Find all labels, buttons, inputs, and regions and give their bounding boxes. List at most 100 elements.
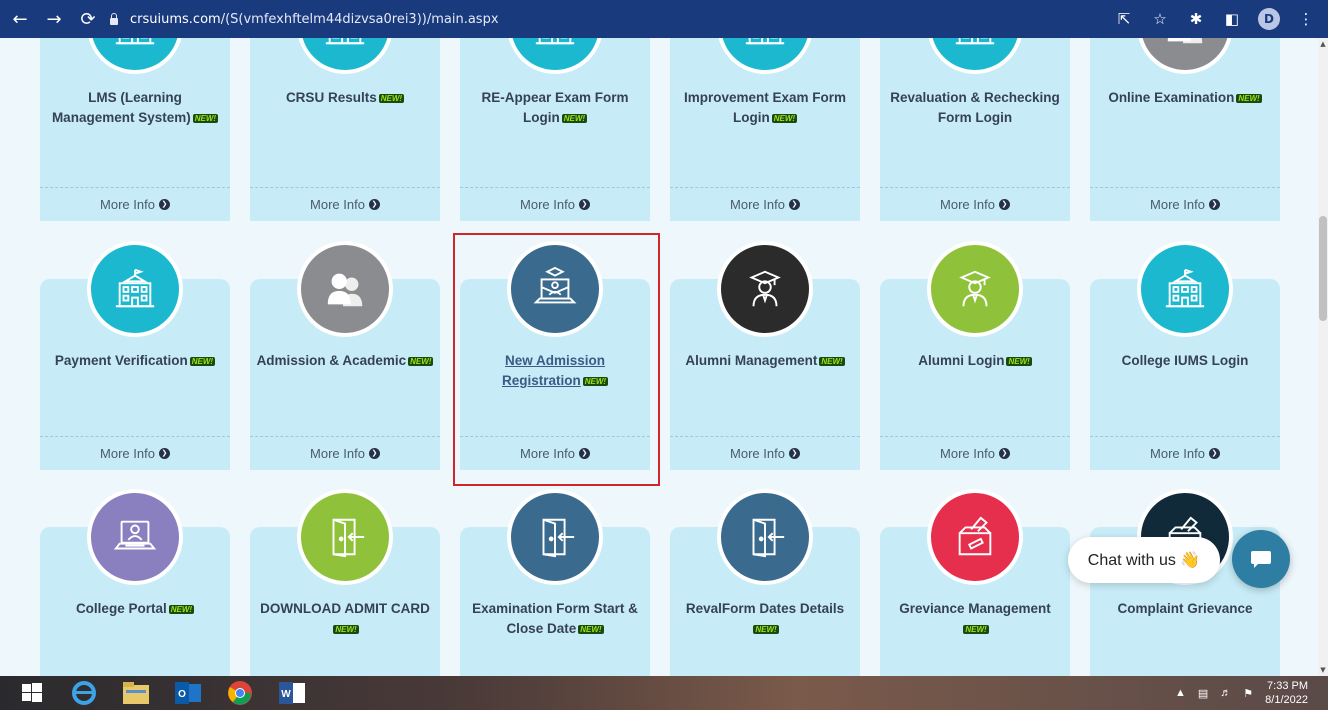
more-info-label: More Info bbox=[940, 446, 995, 461]
menu-card-title[interactable]: College IUMS Login bbox=[1096, 351, 1274, 371]
building-icon[interactable] bbox=[1137, 241, 1233, 337]
chat-with-us-bubble[interactable]: Chat with us 👋 bbox=[1068, 537, 1220, 583]
menu-card[interactable]: Examination Form Start & Close Date NEW! bbox=[460, 489, 650, 676]
more-info-link[interactable]: More Info ❯ bbox=[460, 187, 650, 221]
more-info-link[interactable]: More Info ❯ bbox=[40, 436, 230, 470]
forward-arrow-icon[interactable]: → bbox=[40, 5, 68, 33]
more-info-link[interactable]: More Info ❯ bbox=[670, 436, 860, 470]
door-enter-icon[interactable] bbox=[507, 489, 603, 585]
building-icon[interactable] bbox=[927, 38, 1023, 74]
chat-button[interactable] bbox=[1232, 530, 1290, 588]
door-enter-icon[interactable] bbox=[297, 489, 393, 585]
menu-card[interactable]: Payment Verification NEW! More Info ❯ bbox=[40, 241, 230, 470]
menu-card-title[interactable]: Online Examination NEW! bbox=[1096, 88, 1274, 108]
scrollbar-thumb[interactable] bbox=[1319, 216, 1327, 321]
menu-card-title-text: RE-Appear Exam Form Login bbox=[481, 90, 629, 125]
volume-icon[interactable]: ♬ bbox=[1220, 687, 1231, 699]
ballot-box-icon[interactable] bbox=[927, 489, 1023, 585]
action-center-flag-icon[interactable]: ⚑ bbox=[1243, 687, 1253, 700]
reload-icon[interactable]: ⟳ bbox=[74, 5, 102, 33]
menu-kebab-icon[interactable]: ⋮ bbox=[1296, 9, 1316, 29]
internet-explorer-icon[interactable] bbox=[64, 676, 104, 710]
more-info-link[interactable]: More Info ❯ bbox=[250, 187, 440, 221]
word-icon[interactable]: W bbox=[272, 676, 312, 710]
menu-card-title[interactable]: College Portal NEW! bbox=[46, 599, 224, 619]
menu-card[interactable]: Admission & Academic NEW! More Info ❯ bbox=[250, 241, 440, 470]
clock[interactable]: 7:33 PM 8/1/2022 bbox=[1265, 679, 1308, 707]
menu-card-title[interactable]: Greviance Management NEW! bbox=[886, 599, 1064, 639]
more-info-label: More Info bbox=[1150, 446, 1205, 461]
menu-card[interactable]: Online Examination NEW! More Info ❯ bbox=[1090, 38, 1280, 221]
building-icon[interactable] bbox=[717, 38, 813, 74]
windows-start-icon[interactable] bbox=[12, 676, 52, 710]
more-info-link[interactable]: More Info ❯ bbox=[40, 187, 230, 221]
menu-card[interactable]: Alumni Login NEW! More Info ❯ bbox=[880, 241, 1070, 470]
chevron-right-circle-icon: ❯ bbox=[788, 448, 800, 459]
menu-card[interactable]: Greviance Management NEW! bbox=[880, 489, 1070, 676]
extensions-icon[interactable]: ✱ bbox=[1186, 9, 1206, 29]
share-icon[interactable]: ⇱ bbox=[1114, 9, 1134, 29]
menu-card[interactable]: LMS (Learning Management System) NEW! More… bbox=[40, 38, 230, 221]
menu-card[interactable]: Improvement Exam Form Login NEW! More Info… bbox=[670, 38, 860, 221]
menu-card-title[interactable]: Payment Verification NEW! bbox=[46, 351, 224, 371]
chrome-icon[interactable] bbox=[220, 676, 260, 710]
menu-card-title[interactable]: RE-Appear Exam Form Login NEW! bbox=[466, 88, 644, 128]
people-icon[interactable] bbox=[1137, 38, 1233, 74]
more-info-link[interactable]: More Info ❯ bbox=[1090, 436, 1280, 470]
tray-expand-icon[interactable]: ▲ bbox=[1175, 687, 1186, 699]
graduate-icon[interactable] bbox=[927, 241, 1023, 337]
scroll-up-icon[interactable]: ▲ bbox=[1319, 40, 1327, 48]
menu-card[interactable]: Revaluation & Rechecking Form Login More … bbox=[880, 38, 1070, 221]
back-arrow-icon[interactable]: ← bbox=[6, 5, 34, 33]
menu-card-title[interactable]: DOWNLOAD ADMIT CARD NEW! bbox=[256, 599, 434, 639]
menu-card-title[interactable]: LMS (Learning Management System) NEW! bbox=[46, 88, 224, 128]
star-icon[interactable]: ☆ bbox=[1150, 9, 1170, 29]
menu-card-title[interactable]: Alumni Login NEW! bbox=[886, 351, 1064, 371]
menu-card[interactable]: DOWNLOAD ADMIT CARD NEW! bbox=[250, 489, 440, 676]
menu-card-title-text: Complaint Grievance bbox=[1117, 601, 1253, 616]
more-info-link[interactable]: More Info ❯ bbox=[250, 436, 440, 470]
network-icon[interactable]: ▤ bbox=[1198, 687, 1208, 700]
svg-text:W: W bbox=[281, 689, 291, 700]
menu-card[interactable]: RevalForm Dates Details NEW! bbox=[670, 489, 860, 676]
graduate-icon[interactable] bbox=[717, 241, 813, 337]
menu-card-title[interactable]: CRSU Results NEW! bbox=[256, 88, 434, 108]
menu-card-title[interactable]: RevalForm Dates Details NEW! bbox=[676, 599, 854, 639]
laptop-user-icon[interactable] bbox=[87, 489, 183, 585]
chevron-right-circle-icon: ❯ bbox=[368, 199, 380, 210]
scroll-down-icon[interactable]: ▼ bbox=[1319, 666, 1327, 674]
more-info-link[interactable]: More Info ❯ bbox=[880, 436, 1070, 470]
building-icon[interactable] bbox=[507, 38, 603, 74]
file-explorer-icon[interactable] bbox=[116, 676, 156, 710]
menu-card-title[interactable]: Examination Form Start & Close Date NEW! bbox=[466, 599, 644, 639]
menu-card-title[interactable]: Improvement Exam Form Login NEW! bbox=[676, 88, 854, 128]
menu-card-title[interactable]: Admission & Academic NEW! bbox=[256, 351, 434, 371]
menu-card[interactable]: CRSU Results NEW! More Info ❯ bbox=[250, 38, 440, 221]
outlook-icon[interactable]: O bbox=[168, 676, 208, 710]
more-info-label: More Info bbox=[100, 446, 155, 461]
more-info-link[interactable]: More Info ❯ bbox=[880, 187, 1070, 221]
building-icon[interactable] bbox=[87, 241, 183, 337]
building-icon[interactable] bbox=[87, 38, 183, 74]
address-bar[interactable]: crsuiums.com/(S(vmfexhftelm44dizvsa0rei3… bbox=[108, 6, 1208, 32]
building-icon[interactable] bbox=[297, 38, 393, 74]
chevron-right-circle-icon: ❯ bbox=[998, 199, 1010, 210]
people-icon[interactable] bbox=[297, 241, 393, 337]
menu-card[interactable]: Alumni Management NEW! More Info ❯ bbox=[670, 241, 860, 470]
more-info-label: More Info bbox=[100, 197, 155, 212]
profile-avatar[interactable]: D bbox=[1258, 8, 1280, 30]
menu-card-title[interactable]: Alumni Management NEW! bbox=[676, 351, 854, 371]
door-enter-icon[interactable] bbox=[717, 489, 813, 585]
scrollbar[interactable]: ▲ ▼ bbox=[1318, 38, 1328, 676]
menu-card[interactable]: College IUMS Login More Info ❯ bbox=[1090, 241, 1280, 470]
menu-card-title-text: Examination Form Start & Close Date bbox=[472, 601, 638, 636]
chevron-right-circle-icon: ❯ bbox=[158, 448, 170, 459]
more-info-link[interactable]: More Info ❯ bbox=[1090, 187, 1280, 221]
menu-card[interactable]: RE-Appear Exam Form Login NEW! More Info ❯ bbox=[460, 38, 650, 221]
menu-card-title[interactable]: Revaluation & Rechecking Form Login bbox=[886, 88, 1064, 128]
menu-card[interactable]: College Portal NEW! bbox=[40, 489, 230, 676]
more-info-link[interactable]: More Info ❯ bbox=[670, 187, 860, 221]
sidepanel-icon[interactable]: ◧ bbox=[1222, 9, 1242, 29]
menu-card-title[interactable]: Complaint Grievance bbox=[1096, 599, 1274, 619]
new-badge: NEW! bbox=[561, 114, 588, 123]
